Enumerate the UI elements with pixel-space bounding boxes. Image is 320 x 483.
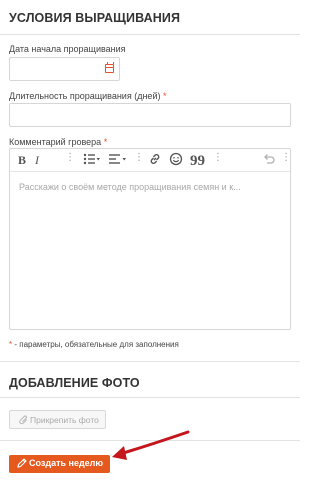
undo-button[interactable] — [262, 152, 276, 168]
italic-button[interactable]: I — [32, 152, 42, 168]
divider — [0, 440, 300, 441]
divider — [0, 397, 300, 398]
section-title-add-photo: ДОБАВЛЕНИЕ ФОТО — [9, 376, 140, 390]
start-date-label: Дата начала проращивания — [9, 44, 126, 54]
toolbar-separator — [134, 152, 144, 165]
attach-photo-label: Прикрепить фото — [30, 415, 99, 425]
duration-label: Длительность проращивания (дней) * — [9, 91, 167, 101]
toolbar-separator — [281, 152, 291, 165]
undo-icon — [264, 154, 275, 164]
link-button[interactable] — [148, 152, 162, 168]
pencil-icon — [16, 457, 27, 472]
duration-input[interactable] — [9, 103, 291, 127]
calendar-icon[interactable] — [105, 62, 114, 73]
create-week-label: Создать неделю — [29, 458, 104, 468]
link-icon — [150, 154, 160, 164]
list-dropdown-button[interactable] — [83, 152, 101, 168]
section-title-growing-conditions: УСЛОВИЯ ВЫРАЩИВАНИЯ — [9, 11, 181, 25]
required-note: * - параметры, обязательные для заполнен… — [9, 340, 179, 349]
toolbar-separator — [213, 152, 223, 165]
required-asterisk: * — [9, 340, 13, 349]
bulleted-list-icon — [83, 153, 100, 165]
attach-photo-button[interactable]: Прикрепить фото — [9, 410, 106, 429]
required-asterisk: * — [162, 91, 167, 101]
bold-button[interactable]: B — [17, 152, 27, 168]
editor-toolbar: B I ⋮ ⋮ 99 ⋮ ⋮ — [10, 149, 291, 172]
toolbar-separator — [65, 152, 75, 165]
divider — [0, 34, 300, 35]
divider — [0, 361, 300, 362]
comment-editor[interactable]: B I ⋮ ⋮ 99 ⋮ ⋮ Расскажи о своём методе п… — [9, 148, 291, 330]
start-date-input[interactable] — [9, 57, 120, 81]
create-week-button[interactable]: Создать неделю — [9, 455, 110, 473]
comment-label: Комментарий гровера * — [9, 137, 108, 147]
emoji-button[interactable] — [169, 152, 183, 168]
align-left-icon — [109, 154, 126, 164]
required-asterisk: * — [103, 137, 108, 147]
quote-button[interactable]: 99 — [190, 152, 205, 169]
align-dropdown-button[interactable] — [109, 152, 127, 168]
paperclip-icon — [14, 413, 30, 429]
emoji-icon — [169, 152, 183, 166]
comment-placeholder: Расскажи о своём методе проращивания сем… — [19, 182, 241, 192]
